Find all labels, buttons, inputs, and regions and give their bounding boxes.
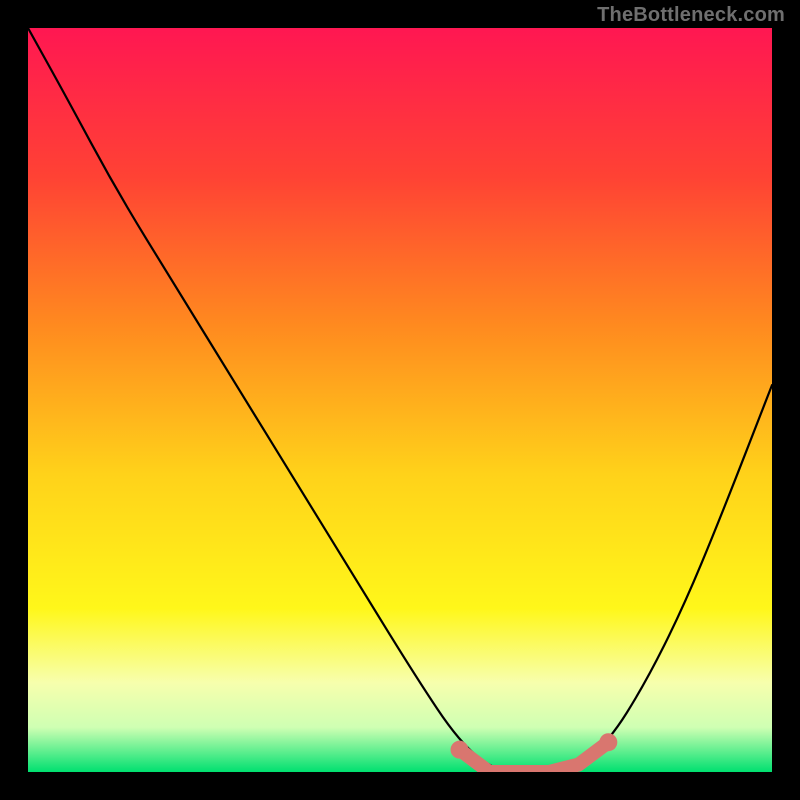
watermark-text: TheBottleneck.com [597, 4, 785, 27]
chart-svg [28, 28, 772, 772]
bottleneck-curve [28, 28, 772, 772]
plateau-markers [460, 742, 609, 772]
plot-area [28, 28, 772, 772]
chart-frame: TheBottleneck.com [0, 0, 800, 800]
